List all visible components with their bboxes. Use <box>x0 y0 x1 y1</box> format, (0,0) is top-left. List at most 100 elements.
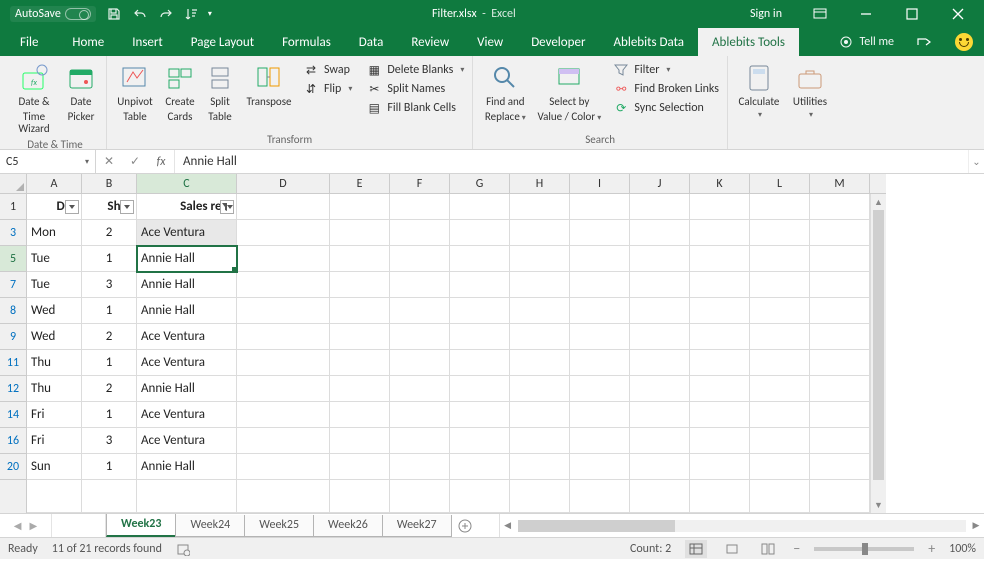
cell[interactable] <box>810 376 870 402</box>
cell[interactable] <box>510 246 570 272</box>
create-cards-button[interactable]: Create Cards <box>159 58 201 123</box>
cell[interactable] <box>690 324 750 350</box>
cell[interactable]: Fri <box>27 402 82 428</box>
cell[interactable] <box>750 194 810 220</box>
row-header[interactable]: 1 <box>0 194 27 220</box>
cell[interactable] <box>330 272 390 298</box>
cell[interactable] <box>810 428 870 454</box>
cell[interactable] <box>390 194 450 220</box>
cell[interactable] <box>690 454 750 480</box>
cell[interactable]: Tue <box>27 246 82 272</box>
scroll-down-button[interactable]: ▼ <box>871 497 886 513</box>
cell[interactable] <box>630 454 690 480</box>
cell[interactable] <box>237 428 330 454</box>
cell[interactable]: Tue <box>27 272 82 298</box>
cell[interactable]: 2 <box>82 220 137 246</box>
column-header-H[interactable]: H <box>510 174 570 194</box>
sheet-tab-week25[interactable]: Week25 <box>244 515 314 537</box>
cell[interactable] <box>630 220 690 246</box>
cell[interactable]: Ace Ventura <box>137 324 237 350</box>
cell[interactable] <box>750 220 810 246</box>
cell[interactable] <box>510 324 570 350</box>
column-header-D[interactable]: D <box>237 174 330 194</box>
filter-dropdown-button[interactable] <box>120 200 134 214</box>
scroll-up-button[interactable]: ▲ <box>871 194 886 210</box>
zoom-slider[interactable] <box>814 547 914 551</box>
column-header-I[interactable]: I <box>570 174 630 194</box>
row-header[interactable]: 8 <box>0 298 27 324</box>
sheet-tab-week26[interactable]: Week26 <box>313 515 383 537</box>
cell[interactable] <box>330 246 390 272</box>
cell[interactable] <box>237 454 330 480</box>
filter-button[interactable]: Filter▾ <box>609 61 723 79</box>
cell[interactable]: Sun <box>27 454 82 480</box>
cell[interactable]: Mon <box>27 220 82 246</box>
row-header[interactable]: 5 <box>0 246 27 272</box>
row-header[interactable]: 9 <box>0 324 27 350</box>
cell[interactable]: Thu <box>27 376 82 402</box>
cell[interactable] <box>390 298 450 324</box>
cell[interactable] <box>570 376 630 402</box>
cell[interactable] <box>330 428 390 454</box>
cell[interactable]: Wed <box>27 324 82 350</box>
cell[interactable] <box>750 376 810 402</box>
cell[interactable] <box>330 298 390 324</box>
row-header[interactable]: 14 <box>0 402 27 428</box>
cell[interactable]: 2 <box>82 324 137 350</box>
fill-blank-button[interactable]: ▤Fill Blank Cells <box>362 99 468 117</box>
date-picker-button[interactable]: Date Picker <box>60 58 102 123</box>
cell[interactable] <box>330 454 390 480</box>
autosave-toggle[interactable]: AutoSave <box>10 6 96 22</box>
tab-formulas[interactable]: Formulas <box>268 28 345 56</box>
cell[interactable] <box>750 350 810 376</box>
select-all-button[interactable] <box>0 174 27 194</box>
cell[interactable] <box>750 428 810 454</box>
cell[interactable] <box>450 376 510 402</box>
cell[interactable] <box>630 402 690 428</box>
cell[interactable] <box>237 298 330 324</box>
cell[interactable] <box>630 350 690 376</box>
cell[interactable] <box>690 246 750 272</box>
cell[interactable] <box>390 376 450 402</box>
calculate-button[interactable]: Calculate ▾ <box>732 58 786 120</box>
cell[interactable] <box>630 428 690 454</box>
cell[interactable] <box>690 220 750 246</box>
split-table-button[interactable]: Split Table <box>201 58 239 123</box>
row-header[interactable]: 12 <box>0 376 27 402</box>
column-header-B[interactable]: B <box>82 174 137 194</box>
share-button[interactable] <box>904 28 944 56</box>
find-replace-button[interactable]: Find and Replace▾ <box>477 58 533 123</box>
cell[interactable] <box>690 350 750 376</box>
cell[interactable] <box>390 350 450 376</box>
horizontal-scrollbar[interactable]: ◀ ▶ <box>499 514 984 537</box>
cell[interactable] <box>390 454 450 480</box>
column-header-M[interactable]: M <box>810 174 870 194</box>
cell[interactable] <box>570 454 630 480</box>
cell[interactable] <box>237 376 330 402</box>
row-header[interactable]: 16 <box>0 428 27 454</box>
cell[interactable] <box>810 298 870 324</box>
cell[interactable] <box>690 376 750 402</box>
tell-me[interactable]: Tell me <box>829 28 904 56</box>
sign-in-link[interactable]: Sign in <box>736 7 796 21</box>
cell[interactable] <box>510 454 570 480</box>
insert-function-button[interactable]: fx <box>148 155 174 169</box>
page-break-view-button[interactable] <box>757 540 779 558</box>
cell[interactable] <box>510 194 570 220</box>
sheet-tab-week23[interactable]: Week23 <box>106 514 176 537</box>
cell[interactable] <box>750 402 810 428</box>
cell[interactable] <box>570 246 630 272</box>
cell[interactable] <box>390 428 450 454</box>
find-broken-links-button[interactable]: ⚯Find Broken Links <box>609 80 723 98</box>
cell[interactable]: Annie Hall <box>137 272 237 298</box>
cell[interactable] <box>630 298 690 324</box>
row-header[interactable]: 11 <box>0 350 27 376</box>
cell[interactable]: Ace Ventura <box>137 350 237 376</box>
cell[interactable] <box>450 428 510 454</box>
tab-ablebits-data[interactable]: Ablebits Data <box>599 28 698 56</box>
cell[interactable] <box>810 402 870 428</box>
cell[interactable] <box>330 350 390 376</box>
cell[interactable] <box>630 246 690 272</box>
cell[interactable]: 1 <box>82 350 137 376</box>
zoom-out-button[interactable]: − <box>793 540 800 557</box>
